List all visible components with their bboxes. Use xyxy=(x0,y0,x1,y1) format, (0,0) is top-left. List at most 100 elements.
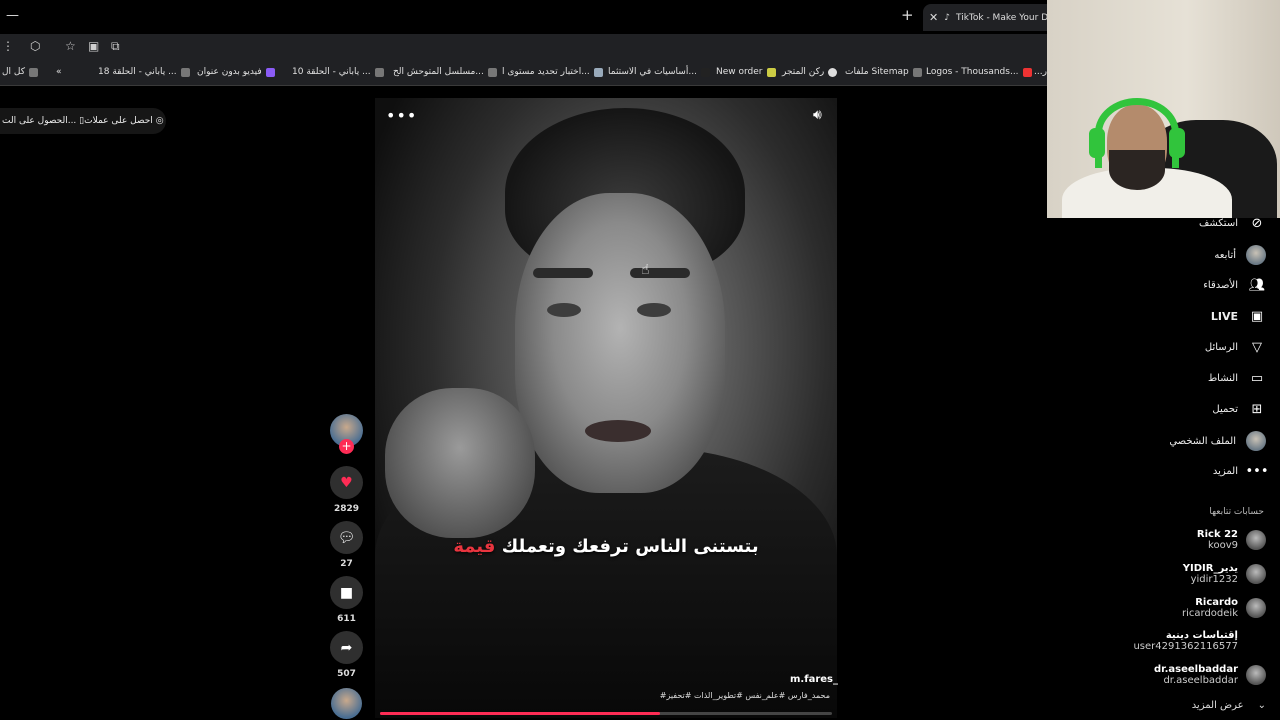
bookmark-item[interactable]: كل ال xyxy=(2,67,39,77)
following-account[interactable]: YIDIR_يدير yidir1232 xyxy=(1183,563,1266,585)
account-avatar xyxy=(1246,564,1266,584)
nav-profile[interactable]: الملف الشخصي xyxy=(1169,431,1266,451)
bookmark-star-icon[interactable]: ☆ xyxy=(65,39,76,53)
video-hashtags[interactable]: #محمد_فارس #علم_نفس #تطوير_الذات #تحفيز xyxy=(640,691,830,700)
more-icon: ••• xyxy=(1245,463,1269,479)
nav-label: استكشف xyxy=(1199,217,1238,229)
cast-icon[interactable]: ⧉ xyxy=(111,39,120,54)
see-more-button[interactable]: عرض المزيد ⌄ xyxy=(1192,700,1266,711)
bookmark-icon xyxy=(766,67,776,77)
nav-more[interactable]: المزيد ••• xyxy=(1212,462,1269,480)
video-frame-brow xyxy=(533,268,593,278)
nav-label: المزيد xyxy=(1212,465,1238,477)
coin-icon: ◎ xyxy=(155,116,164,126)
save-button[interactable]: ■ xyxy=(330,576,363,609)
comment-button[interactable]: 💬︎ xyxy=(330,521,363,554)
following-account[interactable]: Ricardo ricardodeik xyxy=(1182,597,1266,619)
nav-label: LIVE xyxy=(1210,309,1238,323)
like-button[interactable]: ♥ xyxy=(330,466,363,499)
bookmark-icon xyxy=(912,67,922,77)
account-handle: ricardodeik xyxy=(1182,608,1238,619)
video-author[interactable]: m.fares_ xyxy=(790,674,838,685)
bookmark-item[interactable]: ملفات Sitemap xyxy=(845,67,922,77)
nav-upload[interactable]: تحميل ⊞ xyxy=(1212,400,1266,418)
follow-plus-icon[interactable]: + xyxy=(339,439,354,454)
nav-messages[interactable]: الرسائل ▽ xyxy=(1205,338,1266,356)
live-icon: ▣ xyxy=(1250,308,1264,324)
webcam-overlay xyxy=(1047,0,1280,218)
nav-following[interactable]: أتابعه xyxy=(1214,245,1266,265)
tab-tiktok[interactable]: ✕ ♪ TikTok - Make Your Day xyxy=(923,4,1058,31)
caption-text: بتستنى الناس ترفعك وتعملك xyxy=(501,536,759,557)
account-name: dr.aseelbaddar xyxy=(1153,664,1238,675)
following-account[interactable]: Rick 22 koov9 xyxy=(1197,529,1266,551)
account-avatar xyxy=(1246,631,1266,651)
video-progress-fill xyxy=(380,712,661,715)
folder-icon xyxy=(29,67,39,77)
following-avatar xyxy=(1246,245,1266,265)
bookmark-label: Logos - Thousands... xyxy=(926,67,1019,77)
bookmark-label: فيديو بدون عنوان xyxy=(197,67,262,77)
following-account[interactable]: إقتباسات دينية user4291362116577 xyxy=(1133,630,1266,652)
video-frame-mouth xyxy=(585,420,651,442)
following-accounts-title: حسابات تتابعها xyxy=(1209,507,1264,517)
video-player[interactable] xyxy=(375,98,837,718)
bookmark-item[interactable]: ياباني - الحلقة 10 ... xyxy=(292,67,384,77)
volume-icon[interactable]: 🔊︎ xyxy=(813,107,822,123)
share-icon: ➦ xyxy=(340,639,353,656)
minimize-icon[interactable]: — xyxy=(6,8,19,23)
nav-label: تحميل xyxy=(1212,403,1238,415)
bookmark-item[interactable]: اختبار تحديد مستوى ا... xyxy=(502,67,603,77)
share-button[interactable]: ➦ xyxy=(330,631,363,664)
bookmark-label: اختبار تحديد مستوى ا... xyxy=(502,67,590,77)
video-frame-hand xyxy=(385,388,535,538)
see-more-label: عرض المزيد xyxy=(1191,700,1244,711)
nav-activity[interactable]: النشاط ▭ xyxy=(1208,369,1266,387)
chevron-down-icon: ⌄ xyxy=(1257,700,1266,711)
bookmark-item[interactable]: مسلسل المتوحش الح... xyxy=(393,67,497,77)
like-count: 2829 xyxy=(333,504,360,514)
get-coins-label: احصل على عملات xyxy=(84,116,153,126)
bookmark-item[interactable]: ...ر xyxy=(1034,67,1047,77)
bookmark-icon xyxy=(374,67,384,77)
account-name: Rick 22 xyxy=(1196,529,1238,540)
get-app-label: الحصول على الت... xyxy=(2,116,77,126)
comment-count: 27 xyxy=(340,559,353,569)
bookmark-label: كل ال xyxy=(2,67,26,77)
video-progress-bar[interactable] xyxy=(380,712,832,715)
video-caption: بتستنى الناس ترفعك وتعملك قيمة xyxy=(375,536,837,557)
video-frame-brow xyxy=(630,268,690,278)
bookmarks-overflow-icon[interactable]: « xyxy=(56,67,62,77)
bookmark-item[interactable]: ياباني - الحلقة 18 ... xyxy=(98,67,190,77)
close-tab-icon[interactable]: ✕ xyxy=(929,11,938,24)
bookmark-item[interactable]: New order xyxy=(716,67,776,77)
sound-disc-avatar[interactable] xyxy=(331,688,362,719)
bookmark-item[interactable]: فيديو بدون عنوان xyxy=(197,67,275,77)
translate-icon[interactable]: ▣ xyxy=(88,39,99,53)
nav-label: الملف الشخصي xyxy=(1169,435,1236,447)
comment-icon: 💬︎ xyxy=(337,529,356,546)
new-tab-button[interactable]: + xyxy=(901,6,914,24)
bookmark-icon: ■ xyxy=(339,584,354,601)
video-more-icon[interactable]: ••• xyxy=(386,106,417,125)
share-count: 507 xyxy=(337,669,356,679)
nav-live[interactable]: LIVE ▣ xyxy=(1211,307,1266,325)
video-frame-eye xyxy=(547,303,581,317)
bookmark-icon xyxy=(487,67,497,77)
bookmark-item[interactable]: أساسيات في الاستثما... xyxy=(608,67,710,77)
hand-cursor-icon: ☝ xyxy=(641,262,650,278)
nav-friends[interactable]: الأصدقاء 👥︎ xyxy=(1203,276,1266,294)
video-frame-face xyxy=(515,193,725,493)
nav-label: الرسائل xyxy=(1204,341,1238,353)
bookmark-icon xyxy=(700,67,710,77)
friends-icon: 👥︎ xyxy=(1248,277,1266,293)
following-account[interactable]: dr.aseelbaddar dr.aseelbaddar xyxy=(1154,664,1266,686)
account-handle: yidir1232 xyxy=(1190,574,1238,585)
bookmark-item[interactable]: Logos - Thousands... xyxy=(926,67,1032,77)
promo-bar: الحصول على الت... ▯ احصل على عملات ◎ xyxy=(0,108,166,134)
get-app-button[interactable]: الحصول على الت... ▯ xyxy=(2,116,84,126)
bookmark-item[interactable]: ركن المتجر xyxy=(782,67,838,77)
get-coins-button[interactable]: احصل على عملات ◎ xyxy=(84,116,163,126)
menu-icon[interactable]: ⋮ xyxy=(2,39,14,53)
extensions-icon[interactable]: ⬡ xyxy=(30,39,40,53)
